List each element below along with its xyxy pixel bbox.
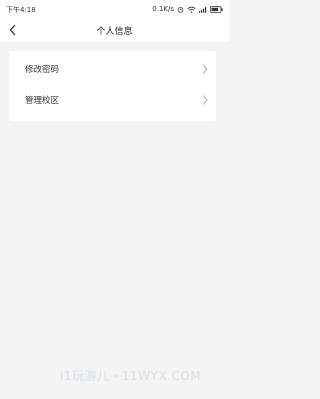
menu-item-manage-campus[interactable]: 管理校区 xyxy=(9,82,216,117)
alarm-icon xyxy=(177,6,184,13)
signal-icon xyxy=(199,6,207,13)
nav-bar: 个人信息 xyxy=(0,18,229,42)
net-speed: 0.1K/s xyxy=(152,5,174,13)
menu-card: 修改密码 管理校区 xyxy=(9,51,216,121)
menu-item-label: 修改密码 xyxy=(25,64,60,75)
chevron-right-icon xyxy=(202,95,208,105)
status-time: 下午4:18 xyxy=(6,6,36,14)
menu-item-change-password[interactable]: 修改密码 xyxy=(9,51,216,86)
watermark: i1玩游儿・11WYX.COM xyxy=(60,369,202,383)
page-title: 个人信息 xyxy=(96,27,133,37)
battery-icon xyxy=(210,5,223,13)
status-icons: 0.1K/s xyxy=(152,5,223,13)
menu-item-label: 管理校区 xyxy=(25,95,60,106)
status-bar: 下午4:18 0.1K/s xyxy=(0,0,229,18)
chevron-right-icon xyxy=(202,64,208,74)
wifi-icon xyxy=(187,6,196,13)
